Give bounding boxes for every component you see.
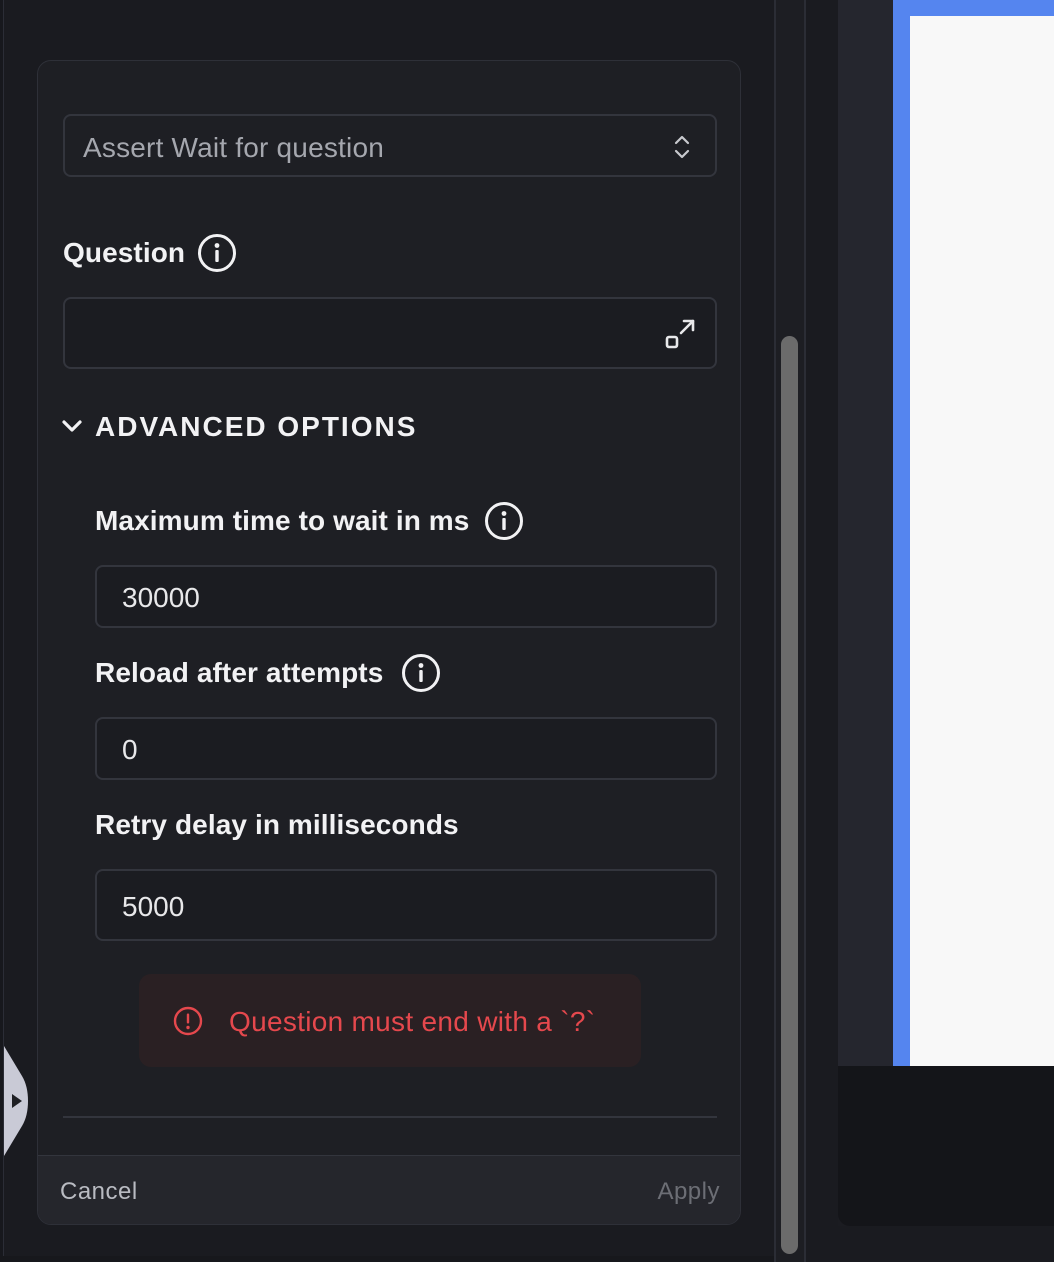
step-type-select[interactable]: Assert Wait for question: [63, 114, 717, 177]
question-label: Question: [63, 237, 186, 268]
validation-error-message: Question must end with a `?`: [229, 1006, 596, 1037]
question-input[interactable]: [63, 297, 717, 369]
collapse-handle-icon[interactable]: [4, 1046, 28, 1156]
retry-delay-label: Retry delay in milliseconds: [95, 809, 459, 840]
reload-attempts-value: 0: [122, 734, 138, 765]
step-editor-card: Assert Wait for question Question ADVANC…: [37, 60, 741, 1225]
expand-icon[interactable]: [665, 317, 697, 351]
validation-error-banner: Question must end with a `?`: [139, 974, 641, 1067]
alert-circle-icon: [173, 1006, 203, 1036]
app-root: Assert Wait for question Question ADVANC…: [0, 0, 1054, 1262]
cancel-button[interactable]: Cancel: [60, 1178, 138, 1206]
up-down-chevron-icon: [674, 135, 690, 159]
max-wait-info-icon[interactable]: [484, 501, 524, 541]
right-gutter: [806, 0, 838, 1262]
advanced-options-title: ADVANCED OPTIONS: [95, 411, 418, 442]
preview-bottom-edge: [806, 1226, 1054, 1262]
retry-delay-value: 5000: [122, 891, 185, 922]
chevron-down-icon: [62, 420, 82, 432]
reload-attempts-info-icon[interactable]: [401, 653, 441, 693]
retry-delay-input[interactable]: 5000: [95, 869, 717, 941]
footer-divider: [63, 1116, 717, 1118]
preview-sidebar: [838, 0, 893, 1066]
bottom-edge: [0, 1256, 774, 1262]
max-wait-input[interactable]: 30000: [95, 565, 717, 628]
step-type-select-value: Assert Wait for question: [83, 132, 384, 163]
scrollbar-thumb[interactable]: [781, 336, 798, 1254]
max-wait-label: Maximum time to wait in ms: [95, 505, 470, 536]
reload-attempts-label: Reload after attempts: [95, 657, 384, 688]
card-footer: Cancel Apply: [38, 1155, 740, 1224]
question-info-icon[interactable]: [197, 233, 237, 273]
preview-canvas[interactable]: [910, 16, 1054, 1066]
max-wait-value: 30000: [122, 582, 200, 613]
preview-bottom-area: [838, 1066, 1054, 1226]
reload-attempts-input[interactable]: 0: [95, 717, 717, 780]
apply-button[interactable]: Apply: [657, 1178, 720, 1206]
